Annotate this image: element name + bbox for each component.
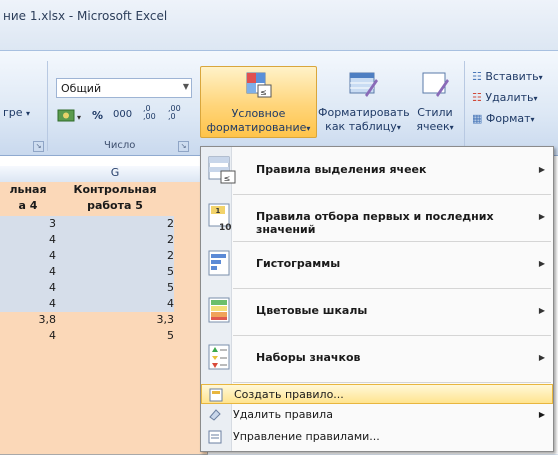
table-cell[interactable]: 4: [0, 280, 60, 297]
title-bar: ние 1.xlsx - Microsoft Excel: [0, 0, 558, 50]
table-cell[interactable]: 3: [0, 216, 60, 233]
cell-styles-button[interactable]: Стили ячеек▾: [410, 66, 460, 138]
table-cell[interactable]: 4: [0, 232, 60, 249]
table-cell[interactable]: 4: [0, 264, 60, 281]
menu-item-manage-rules[interactable]: Управление правилами...: [201, 427, 553, 447]
submenu-arrow-icon: ▶: [538, 410, 545, 419]
chevron-down-icon: ▼: [182, 82, 189, 91]
decrease-decimal-button[interactable]: ,00 ,0: [168, 105, 181, 121]
menu-separator: [233, 335, 551, 336]
eraser-icon: [209, 409, 221, 421]
chevron-down-icon: ▾: [538, 73, 543, 82]
table-cell[interactable]: 4: [0, 328, 60, 345]
styles-fragment-button[interactable]: гре ▾: [3, 106, 30, 119]
menu-item-highlight-cells-rules[interactable]: ≤ Правила выделения ячеек ▶: [201, 149, 553, 193]
insert-cells-button[interactable]: ☷ Вставить▾: [472, 70, 543, 83]
insert-rows-icon: ☷: [472, 70, 482, 83]
highlight-cells-icon: ≤: [208, 156, 236, 184]
format-cells-button[interactable]: ▦ Формат▾: [472, 112, 535, 125]
svg-text:≤: ≤: [224, 174, 231, 183]
icon-sets-icon: [208, 344, 230, 370]
menu-item-data-bars[interactable]: Гистограммы ▶: [201, 243, 553, 287]
chevron-down-icon: ▾: [530, 115, 535, 124]
window-title: ние 1.xlsx - Microsoft Excel: [3, 9, 168, 23]
menu-separator: [233, 382, 551, 383]
data-bars-icon: [208, 250, 230, 276]
currency-icon: ▾: [57, 109, 81, 122]
column-header-g[interactable]: G: [56, 166, 175, 183]
format-cells-icon: ▦: [472, 112, 483, 125]
top-bottom-rules-icon: 1 10: [208, 203, 232, 232]
thousands-button[interactable]: 000: [113, 109, 132, 120]
increase-decimal-button[interactable]: ,0 ,00: [143, 105, 156, 121]
table-cell[interactable]: 5: [56, 328, 178, 345]
conditional-formatting-button[interactable]: ≤ Условное форматирование▾: [200, 66, 317, 138]
new-rule-icon: [209, 388, 223, 402]
table-cell[interactable]: 5: [56, 264, 178, 281]
format-as-table-button[interactable]: Форматировать как таблицу▾: [318, 66, 410, 138]
cell-styles-icon: [422, 72, 449, 97]
submenu-arrow-icon: ▶: [538, 353, 545, 362]
color-scales-icon: [208, 297, 230, 323]
table-cell[interactable]: 3,8: [0, 312, 60, 329]
menu-item-clear-rules[interactable]: Удалить правила ▶: [201, 405, 553, 425]
group-divider: [464, 61, 465, 151]
menu-separator: [233, 288, 551, 289]
table-cell[interactable]: [56, 344, 178, 455]
table-cell[interactable]: 4: [0, 296, 60, 313]
conditional-formatting-menu: ≤ Правила выделения ячеек ▶ 1 10 Правила…: [200, 146, 554, 452]
submenu-arrow-icon: ▶: [538, 306, 545, 315]
table-cell[interactable]: 2: [56, 248, 178, 265]
accounting-format-button[interactable]: ▾: [56, 107, 86, 125]
table-cell[interactable]: 4: [56, 296, 178, 313]
svg-text:10: 10: [219, 223, 232, 232]
chevron-down-icon: ▾: [396, 123, 401, 132]
number-format-select[interactable]: Общий ▼: [56, 78, 192, 98]
dialog-launcher-icon[interactable]: ↘: [178, 141, 189, 152]
column-header-f[interactable]: [0, 166, 57, 183]
table-cell[interactable]: 3,3: [56, 312, 178, 329]
menu-item-icon-sets[interactable]: Наборы значков ▶: [201, 337, 553, 381]
chevron-down-icon: ▾: [449, 123, 454, 132]
number-group-label: Число: [104, 140, 136, 151]
delete-cells-button[interactable]: ☷ Удалить▾: [472, 91, 538, 104]
table-cell[interactable]: 2: [56, 232, 178, 249]
menu-item-top-bottom-rules[interactable]: 1 10 Правила отбора первых и последних з…: [201, 196, 553, 240]
svg-text:≤: ≤: [260, 88, 267, 97]
header-cell-g[interactable]: Контрольная работа 5: [56, 182, 175, 217]
ribbon: гре ▾ ↘ Общий ▼ ▾ % 000 ,0 ,00 ,00 ,0 Чи…: [0, 50, 558, 156]
table-cell[interactable]: [0, 344, 60, 455]
percent-button[interactable]: %: [92, 109, 103, 122]
header-cell-f[interactable]: льная а 4: [0, 182, 57, 217]
delete-rows-icon: ☷: [472, 91, 482, 104]
submenu-arrow-icon: ▶: [538, 165, 545, 174]
table-cell[interactable]: 2: [56, 216, 178, 233]
dialog-launcher-icon[interactable]: ↘: [33, 141, 44, 152]
svg-text:▾: ▾: [77, 113, 81, 122]
menu-item-new-rule[interactable]: Создать правило...: [201, 384, 553, 404]
table-style-icon: [349, 72, 378, 97]
menu-separator: [233, 241, 551, 242]
table-cell[interactable]: 5: [56, 280, 178, 297]
menu-separator: [233, 194, 551, 195]
chevron-down-icon: ▾: [533, 94, 538, 103]
manage-rules-icon: [208, 430, 222, 444]
table-cell[interactable]: 4: [0, 248, 60, 265]
menu-item-color-scales[interactable]: Цветовые шкалы ▶: [201, 290, 553, 334]
svg-text:1: 1: [216, 207, 221, 215]
group-divider: [47, 61, 48, 151]
submenu-arrow-icon: ▶: [538, 212, 545, 221]
chevron-down-icon: ▾: [26, 109, 31, 118]
chevron-down-icon: ▾: [306, 124, 311, 133]
submenu-arrow-icon: ▶: [538, 259, 545, 268]
conditional-formatting-icon: ≤: [246, 72, 272, 98]
